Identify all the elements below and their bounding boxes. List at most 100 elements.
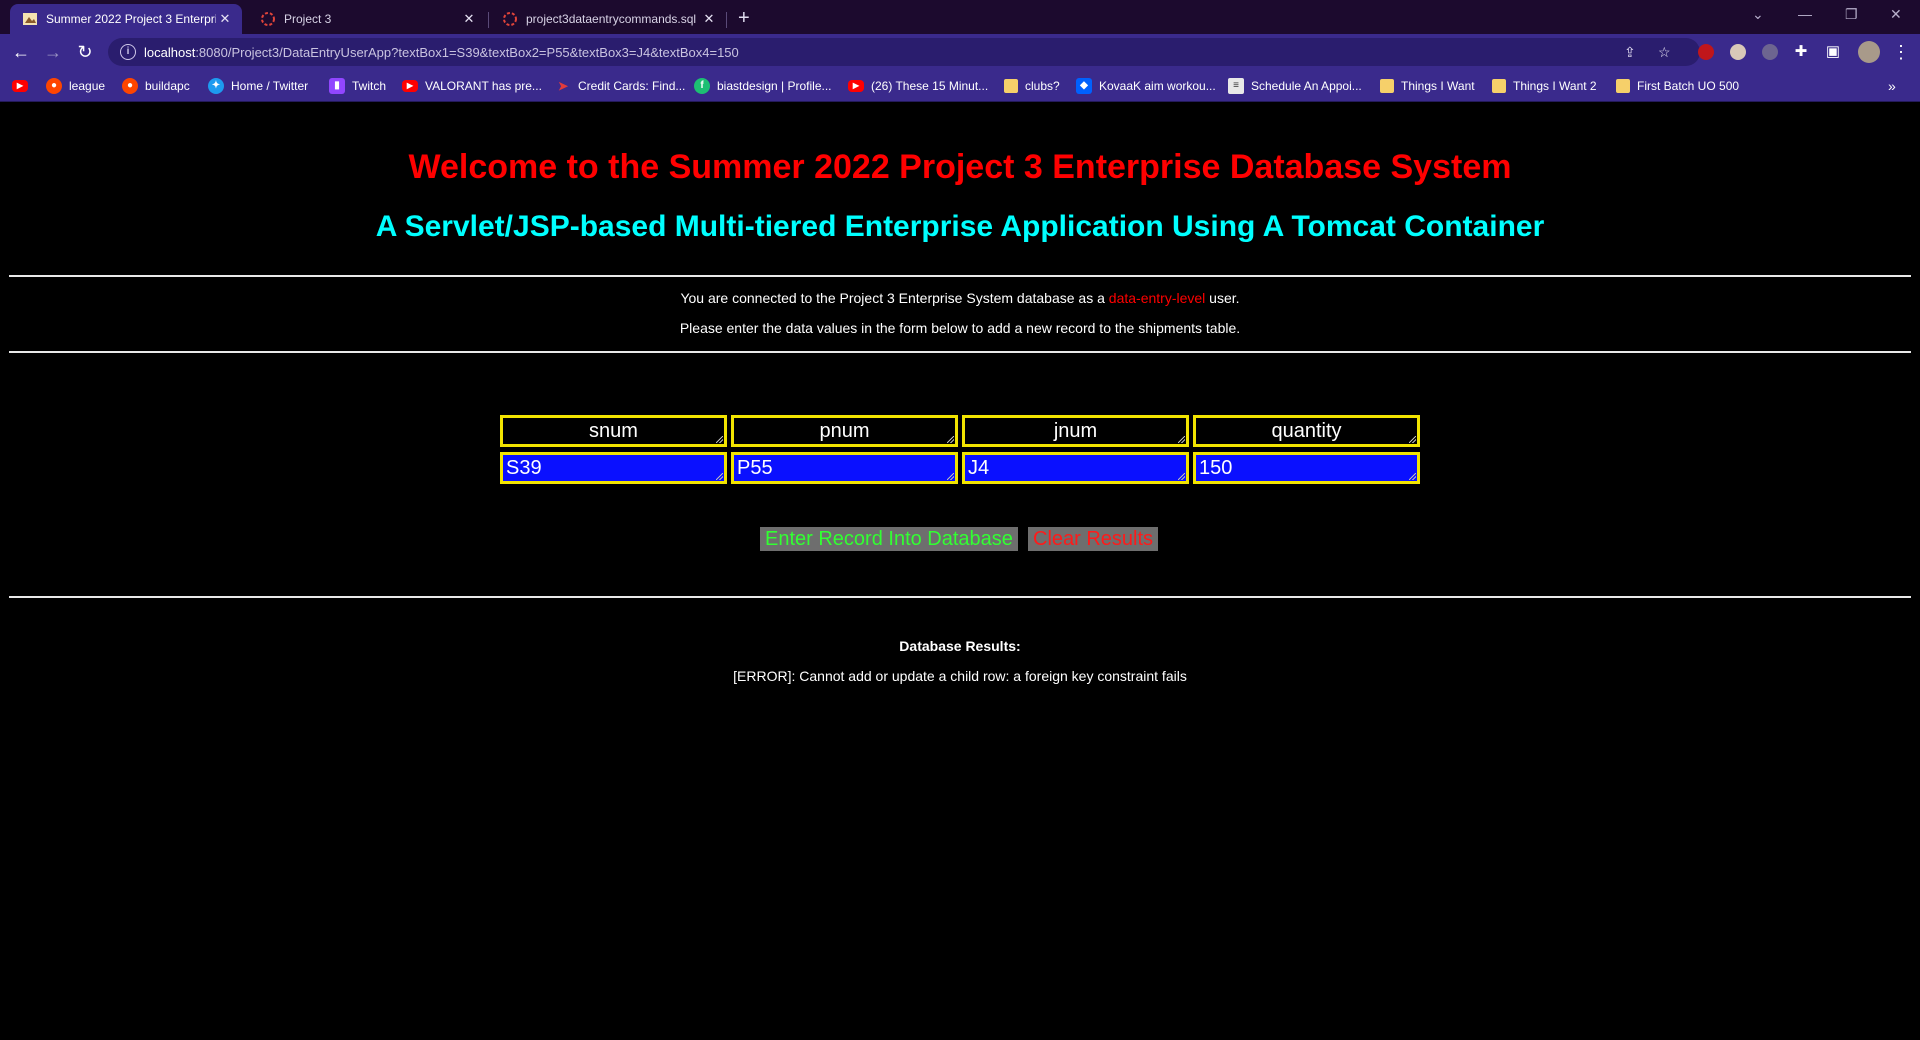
extension-gray-icon[interactable] bbox=[1762, 44, 1778, 60]
quantity-input[interactable]: 150 bbox=[1193, 452, 1420, 484]
header-pnum[interactable]: pnum bbox=[731, 415, 958, 447]
bookmark-youtube-video[interactable]: ▶ (26) These 15 Minut... bbox=[848, 77, 988, 95]
tab-search-chevron-icon[interactable]: ⌄ bbox=[1752, 6, 1764, 23]
results-title: Database Results: bbox=[899, 638, 1021, 654]
bookmark-things-i-want-2[interactable]: Things I Want 2 bbox=[1492, 77, 1597, 95]
bookmark-label: First Batch UO 500 bbox=[1637, 79, 1740, 93]
tab-project3[interactable]: Project 3 ✕ bbox=[248, 4, 486, 34]
divider-top bbox=[9, 275, 1911, 277]
bookmark-valorant[interactable]: ▶ VALORANT has pre... bbox=[402, 77, 542, 95]
youtube-icon: ▶ bbox=[12, 80, 28, 92]
bookmark-buildapc[interactable]: ● buildapc bbox=[122, 77, 190, 95]
more-bookmarks-chevron-icon[interactable]: » bbox=[1888, 77, 1896, 95]
connection-suffix: user. bbox=[1209, 290, 1240, 306]
bookmark-things-i-want[interactable]: Things I Want bbox=[1380, 77, 1475, 95]
document-icon: ≡ bbox=[1228, 78, 1244, 94]
restore-icon[interactable]: ❐ bbox=[1845, 6, 1858, 23]
tab-project3-enterprise[interactable]: Summer 2022 Project 3 Enterprise ✕ bbox=[10, 4, 242, 34]
browser-menu-icon[interactable]: ⋮ bbox=[1890, 41, 1912, 63]
tab-sql-file[interactable]: project3dataentrycommands.sql ✕ bbox=[490, 4, 726, 34]
resize-grip-icon[interactable] bbox=[1409, 473, 1416, 480]
header-jnum[interactable]: jnum bbox=[962, 415, 1189, 447]
tab-title: Project 3 bbox=[284, 12, 332, 26]
bookmark-credit-cards[interactable]: ➤ Credit Cards: Find... bbox=[555, 77, 685, 95]
enter-record-button[interactable]: Enter Record Into Database bbox=[760, 527, 1018, 551]
results-message: [ERROR]: Cannot add or update a child ro… bbox=[733, 668, 1187, 684]
resize-grip-icon[interactable] bbox=[947, 436, 954, 443]
reddit-icon: ● bbox=[46, 78, 62, 94]
address-bar[interactable]: i localhost:8080/Project3/DataEntryUserA… bbox=[108, 38, 1700, 66]
user-level-label: data-entry-level bbox=[1108, 290, 1206, 306]
bookmark-label: Home / Twitter bbox=[231, 79, 309, 93]
address-host: localhost bbox=[144, 44, 196, 60]
connection-prefix: You are connected to the Project 3 Enter… bbox=[680, 290, 1105, 306]
snum-input[interactable]: S39 bbox=[500, 452, 727, 484]
header-snum[interactable]: snum bbox=[500, 415, 727, 447]
bookmark-first-batch[interactable]: First Batch UO 500 bbox=[1616, 77, 1739, 95]
ublock-extension-icon[interactable] bbox=[1698, 44, 1714, 60]
reddit-icon: ● bbox=[122, 78, 138, 94]
header-label: jnum bbox=[1053, 420, 1098, 442]
extensions-puzzle-icon[interactable]: ✚ bbox=[1790, 41, 1812, 63]
extension-face-icon[interactable] bbox=[1730, 44, 1746, 60]
back-arrow-icon[interactable]: ← bbox=[10, 41, 32, 63]
divider-middle bbox=[9, 351, 1911, 353]
close-tab-icon[interactable]: ✕ bbox=[700, 11, 718, 27]
resize-grip-icon[interactable] bbox=[716, 473, 723, 480]
folder-icon bbox=[1380, 79, 1394, 93]
bookmarks-bar: ▶ ● league ● buildapc ✦ Home / Twitter ▮ Twi… bbox=[0, 70, 1920, 102]
reload-icon[interactable]: ↻ bbox=[74, 41, 96, 63]
tab-title: Summer 2022 Project 3 Enterprise bbox=[46, 12, 216, 26]
bookmark-youtube-icon-only[interactable]: ▶ bbox=[12, 77, 35, 95]
forward-arrow-icon[interactable]: → bbox=[42, 41, 64, 63]
jnum-input[interactable]: J4 bbox=[962, 452, 1189, 484]
bookmark-twitter[interactable]: ✦ Home / Twitter bbox=[208, 77, 308, 95]
input-value: 150 bbox=[1199, 457, 1233, 479]
resize-grip-icon[interactable] bbox=[716, 436, 723, 443]
bookmark-clubs[interactable]: clubs? bbox=[1004, 77, 1060, 95]
twitter-icon: ✦ bbox=[208, 78, 224, 94]
twitch-icon: ▮ bbox=[329, 78, 345, 94]
page-content: Welcome to the Summer 2022 Project 3 Ent… bbox=[0, 102, 1920, 1040]
header-quantity[interactable]: quantity bbox=[1193, 415, 1420, 447]
site-info-icon[interactable]: i bbox=[120, 44, 136, 60]
loading-spinner-icon bbox=[260, 11, 276, 27]
bookmark-star-icon[interactable]: ☆ bbox=[1658, 44, 1671, 61]
bookmark-kovaak[interactable]: ◆ KovaaK aim workou... bbox=[1076, 77, 1216, 95]
bookmark-label: Things I Want bbox=[1401, 79, 1475, 93]
folder-icon bbox=[1492, 79, 1506, 93]
window-close-icon[interactable]: ✕ bbox=[1890, 6, 1902, 23]
resize-grip-icon[interactable] bbox=[947, 473, 954, 480]
tab-strip: Summer 2022 Project 3 Enterprise ✕ Proje… bbox=[0, 0, 1920, 34]
bookmark-biastdesign[interactable]: f biastdesign | Profile... bbox=[694, 77, 832, 95]
resize-grip-icon[interactable] bbox=[1178, 436, 1185, 443]
loading-spinner-icon bbox=[502, 11, 518, 27]
header-label: quantity bbox=[1271, 420, 1342, 442]
address-path: :8080/Project3/DataEntryUserApp?textBox1… bbox=[195, 44, 739, 60]
folder-icon bbox=[1004, 79, 1018, 93]
clear-results-button[interactable]: Clear Results bbox=[1028, 527, 1159, 551]
minimize-icon[interactable]: — bbox=[1798, 6, 1812, 22]
bookmark-label: KovaaK aim workou... bbox=[1099, 79, 1216, 93]
share-icon[interactable]: ⇪ bbox=[1624, 44, 1636, 61]
tab-divider bbox=[488, 12, 489, 28]
bookmark-label: biastdesign | Profile... bbox=[717, 79, 832, 93]
side-panel-icon[interactable]: ▣ bbox=[1822, 41, 1844, 63]
tab-divider bbox=[726, 12, 727, 28]
connection-status: You are connected to the Project 3 Enter… bbox=[0, 290, 1920, 306]
bookmark-twitch[interactable]: ▮ Twitch bbox=[329, 77, 386, 95]
address-url: localhost:8080/Project3/DataEntryUserApp… bbox=[144, 45, 739, 60]
fiverr-icon: f bbox=[694, 78, 710, 94]
pnum-input[interactable]: P55 bbox=[731, 452, 958, 484]
resize-grip-icon[interactable] bbox=[1409, 436, 1416, 443]
close-tab-icon[interactable]: ✕ bbox=[216, 11, 234, 27]
bookmark-league[interactable]: ● league bbox=[46, 77, 105, 95]
close-tab-icon[interactable]: ✕ bbox=[460, 11, 478, 27]
profile-avatar[interactable] bbox=[1858, 41, 1880, 63]
bookmark-label: VALORANT has pre... bbox=[425, 79, 542, 93]
resize-grip-icon[interactable] bbox=[1178, 473, 1185, 480]
bookmark-schedule[interactable]: ≡ Schedule An Appoi... bbox=[1228, 77, 1362, 95]
dropbox-icon: ◆ bbox=[1076, 78, 1092, 94]
new-tab-icon[interactable]: + bbox=[738, 8, 750, 28]
input-value: J4 bbox=[968, 457, 990, 479]
